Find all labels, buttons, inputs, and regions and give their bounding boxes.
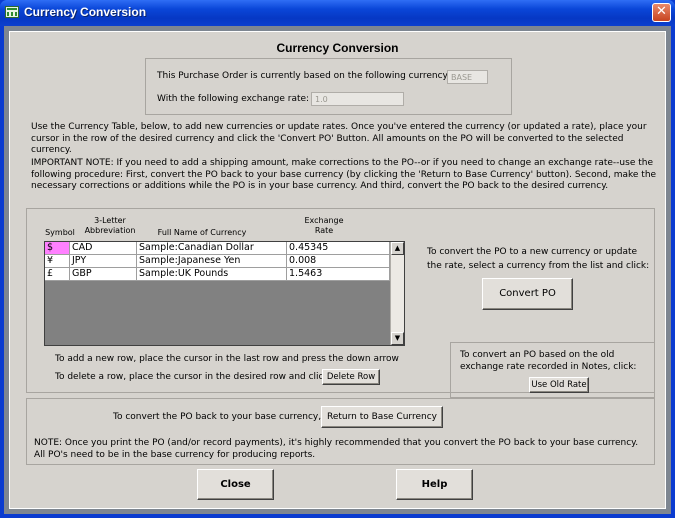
title-bar[interactable]: Currency Conversion ✕: [0, 0, 675, 26]
app-spreadsheet-icon: [5, 6, 19, 18]
help-button[interactable]: Help: [396, 469, 473, 500]
delete-row-button[interactable]: Delete Row: [322, 369, 380, 385]
scroll-up-arrow-icon[interactable]: ▲: [391, 242, 404, 255]
base-currency-field: BASE: [447, 70, 488, 84]
window-close-button[interactable]: ✕: [652, 3, 671, 22]
important-note-text: IMPORTANT NOTE: If you need to add a shi…: [31, 158, 657, 192]
header-abbreviation: 3-Letter Abbreviation: [84, 216, 136, 235]
base-currency-panel: To convert the PO back to your base curr…: [26, 398, 655, 465]
delete-row-hint: To delete a row, place the cursor in the…: [55, 372, 329, 382]
cell-exchange-rate[interactable]: 1.5463: [287, 268, 390, 280]
cell-abbreviation[interactable]: CAD: [70, 242, 137, 254]
table-row[interactable]: ¥ JPY Sample:Japanese Yen 0.008: [45, 255, 390, 268]
use-old-rate-button[interactable]: Use Old Rate: [529, 377, 589, 393]
cell-abbreviation[interactable]: JPY: [70, 255, 137, 267]
cell-symbol[interactable]: £: [45, 268, 70, 280]
cell-exchange-rate[interactable]: 0.45345: [287, 242, 390, 254]
table-row[interactable]: $ CAD Sample:Canadian Dollar 0.45345: [45, 242, 390, 255]
client-area: Currency Conversion This Purchase Order …: [4, 26, 671, 514]
table-row[interactable]: £ GBP Sample:UK Pounds 1.5463: [45, 268, 390, 281]
return-base-hint: To convert the PO back to your base curr…: [113, 412, 348, 422]
exchange-rate-label: With the following exchange rate:: [157, 94, 310, 104]
cell-full-name[interactable]: Sample:Canadian Dollar: [137, 242, 287, 254]
main-panel: Currency Conversion This Purchase Order …: [9, 31, 666, 509]
return-to-base-currency-button[interactable]: Return to Base Currency: [321, 406, 443, 428]
close-button[interactable]: Close: [197, 469, 274, 500]
base-note-text: NOTE: Once you print the PO (and/or reco…: [34, 438, 639, 460]
cell-symbol[interactable]: ¥: [45, 255, 70, 267]
page-title: Currency Conversion: [276, 41, 399, 55]
close-icon: ✕: [656, 4, 667, 19]
grid-scrollbar[interactable]: ▲ ▼: [390, 242, 404, 345]
cell-exchange-rate[interactable]: 0.008: [287, 255, 390, 267]
header-full-name: Full Name of Currency: [157, 228, 247, 237]
header-symbol: Symbol: [45, 228, 75, 237]
cell-full-name[interactable]: Sample:UK Pounds: [137, 268, 287, 280]
old-rate-panel: To convert an PO based on the old exchan…: [450, 342, 655, 398]
window-title: Currency Conversion: [24, 5, 147, 19]
current-currency-box: This Purchase Order is currently based o…: [145, 58, 512, 115]
currency-label: This Purchase Order is currently based o…: [157, 71, 451, 81]
convert-hint: To convert the PO to a new currency or u…: [427, 247, 650, 271]
instructions-text: Use the Currency Table, below, to add ne…: [31, 122, 647, 156]
old-rate-hint: To convert an PO based on the old exchan…: [460, 350, 637, 372]
cell-symbol[interactable]: $: [45, 242, 70, 254]
currency-grid[interactable]: $ CAD Sample:Canadian Dollar 0.45345 ¥ J…: [44, 241, 405, 346]
scroll-down-arrow-icon[interactable]: ▼: [391, 332, 404, 345]
window: Currency Conversion ✕ Currency Conversio…: [0, 0, 675, 518]
add-row-hint: To add a new row, place the cursor in th…: [55, 354, 399, 364]
cell-abbreviation[interactable]: GBP: [70, 268, 137, 280]
header-exchange-rate: Exchange Rate: [304, 216, 344, 235]
cell-full-name[interactable]: Sample:Japanese Yen: [137, 255, 287, 267]
convert-po-button[interactable]: Convert PO: [482, 278, 573, 310]
exchange-rate-field: 1.0: [311, 92, 404, 106]
